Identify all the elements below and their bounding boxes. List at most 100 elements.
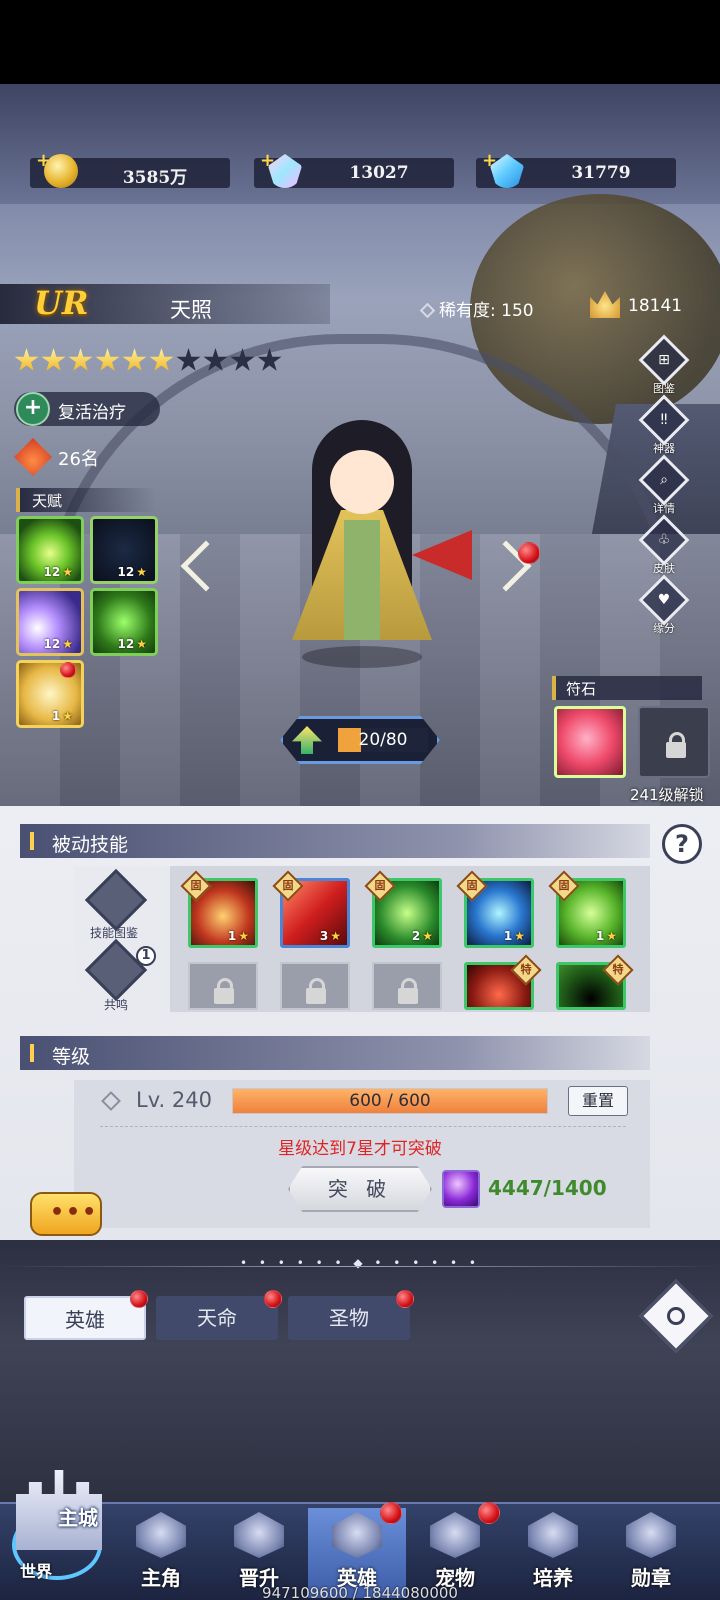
nav-hero-red-dot [380,1502,402,1524]
decorative-dots: • • • • • • ◆ • • • • • • [240,1256,480,1270]
chat-button[interactable]: ••• [30,1192,102,1236]
skin-button[interactable]: ♧ 皮肤 [638,514,690,580]
next-hero-red-dot [518,542,540,564]
diamond-counter[interactable]: + 31779 [476,150,676,188]
character-fan [412,530,472,580]
passive-skill-2[interactable]: 固3 [272,870,350,948]
fixed-tag: 固 [558,879,570,892]
talent-header: 天赋 [16,488,156,512]
talent-skill-3[interactable]: 12 [16,588,84,656]
level-label: Lv. 240 [136,1088,212,1112]
promotion-icon [234,1512,284,1558]
decorative-line [0,1266,720,1267]
gold-value: 3585万 [122,168,188,188]
star-icon [257,348,282,371]
special-tag: 特 [612,963,624,976]
role-label: 复活治疗 [58,403,126,423]
exp-readout: 947109600 / 1844080000 [262,1584,458,1600]
special-skill-2[interactable]: 特 [556,954,634,1010]
talent-skill-1[interactable]: 12 [16,516,84,584]
nav-pet-red-dot [478,1502,500,1524]
passive-skill-level: 3 [320,929,341,943]
hero-name: 天照 [170,298,212,322]
gold-coin-icon [44,154,78,188]
help-button[interactable]: ? [662,824,702,864]
talent-skill-level: 12 [118,565,147,579]
breakthrough-button[interactable]: 突 破 [288,1166,432,1212]
star-icon [149,348,174,371]
protagonist-icon [136,1512,186,1558]
xp-text: 600 / 600 [349,1091,431,1111]
main-city-label: 主城 [58,1506,98,1530]
talent-skill-level: 12 [44,637,73,651]
passive-skill-3[interactable]: 固2 [364,870,442,948]
passive-skill-title: 被动技能 [52,834,129,856]
medal-icon [626,1512,676,1558]
breakthrough-warning: 星级达到7星才可突破 [278,1139,442,1159]
star-icon [230,348,255,371]
talent-skill-2[interactable]: 12 [90,516,158,584]
star-icon [14,348,39,371]
fixed-tag: 固 [466,879,478,892]
tab-destiny[interactable]: 天命 [156,1296,278,1340]
tab-destiny-red-dot [264,1290,282,1308]
talent-new-dot [60,662,76,678]
tab-relic[interactable]: 圣物 [288,1296,410,1340]
crystal-value: 13027 [349,163,409,183]
tab-hero[interactable]: 英雄 [24,1296,146,1340]
bond-button[interactable]: ♥ 缘分 [638,574,690,640]
detail-button[interactable]: ⌕ 详情 [638,454,690,520]
passive-slot-locked-1[interactable] [188,962,258,1010]
star-icon [122,348,147,371]
skill-codex-label: 技能图鉴 [90,926,139,940]
tab-hero-red-dot [130,1290,148,1308]
hero-helmet-icon [332,1512,382,1558]
tab-relic-red-dot [396,1290,414,1308]
level-progress[interactable]: 20/80 [280,716,440,764]
rune-slot-1[interactable] [554,706,626,778]
fixed-tag: 固 [190,879,202,892]
heal-cross-icon: + [16,392,50,426]
resonance-label: 共鸣 [104,998,129,1012]
passive-skill-level: 2 [412,929,433,943]
talent-skill-4[interactable]: 12 [90,588,158,656]
world-label: 世界 [20,1562,53,1581]
pet-icon [430,1512,480,1558]
star-rating [14,348,282,373]
rune-title: 符石 [566,680,597,698]
fixed-tag: 固 [282,879,294,892]
diamond-value: 31779 [571,163,631,183]
reset-button[interactable]: 重置 [568,1086,628,1116]
grade-badge: UR [34,284,89,322]
passive-skill-4[interactable]: 固1 [456,870,534,948]
skin-icon: ♧ [657,532,671,548]
fixed-tag: 固 [374,879,386,892]
passive-skill-1[interactable]: 固1 [180,870,258,948]
star-icon [68,348,93,371]
rune-unlock-text: 241级解锁 [630,786,704,804]
passive-skill-level: 1 [596,929,617,943]
artifact-button[interactable]: ‼ 神器 [638,394,690,460]
gold-counter[interactable]: + 3585万 [30,150,230,188]
rarity-diamond-icon [419,302,436,319]
passive-skill-5[interactable]: 固1 [548,870,626,948]
rune-slot-2-locked[interactable] [638,706,710,778]
passive-skill-level: 1 [228,929,249,943]
codex-button[interactable]: ⊞ 图鉴 [638,334,690,400]
star-icon [95,348,120,371]
level-header: 等级 [20,1036,650,1070]
character-face [330,450,394,514]
passive-slot-locked-3[interactable] [372,962,442,1010]
passive-slot-locked-2[interactable] [280,962,350,1010]
detail-icon: ⌕ [660,472,668,488]
passive-skill-level: 1 [504,929,525,943]
main-city-button[interactable]: 主城 世界 [6,1460,110,1596]
hero-character-sprite[interactable] [262,420,472,680]
lock-icon [306,978,326,1004]
xp-bar: 600 / 600 [232,1088,548,1114]
eye-icon [663,1303,689,1329]
special-skill-1[interactable]: 特 [464,954,542,1010]
star-icon [203,348,228,371]
star-icon [176,348,201,371]
crystal-counter[interactable]: + 13027 [254,150,454,188]
